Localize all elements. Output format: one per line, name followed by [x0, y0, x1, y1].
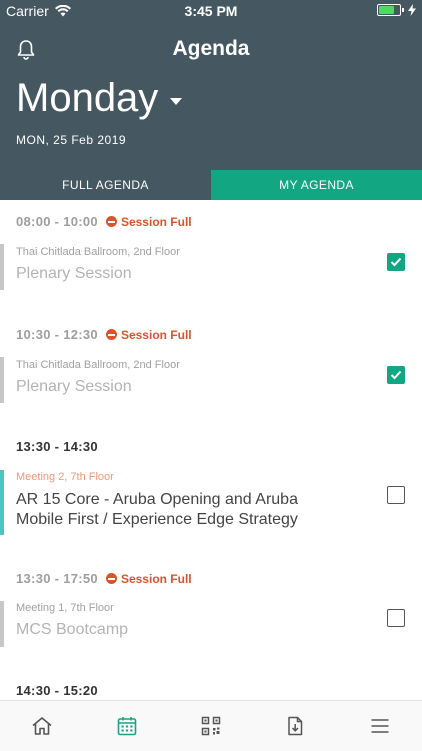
session-location: Meeting 2, 7th Floor: [16, 471, 114, 483]
tab-my-agenda[interactable]: MY AGENDA: [211, 170, 422, 200]
no-entry-icon: [105, 329, 117, 340]
nav-documents[interactable]: [253, 701, 337, 751]
battery-icon: [377, 4, 401, 16]
no-entry-icon: [105, 573, 117, 584]
session-checkbox[interactable]: [387, 486, 405, 504]
charging-icon: [408, 4, 416, 16]
time-range: 13:30 - 17:50: [16, 571, 98, 586]
day-selector[interactable]: Monday: [16, 76, 183, 121]
app-header: Carrier 3:45 PM Agenda Monday MON, 25 Fe…: [0, 0, 422, 200]
agenda-list[interactable]: 08:00 - 10:00 Session Full Thai Chitlada…: [0, 200, 422, 700]
session-bar: [0, 601, 4, 647]
agenda-tabs: FULL AGENDA MY AGENDA: [0, 170, 422, 200]
nav-home[interactable]: [0, 701, 84, 751]
qr-code-icon: [201, 716, 221, 736]
session-name: MCS Bootcamp: [16, 621, 129, 638]
status-label: Session Full: [120, 571, 192, 586]
session-card[interactable]: Thai Chitlada Ballroom, 2nd Floor Plenar…: [0, 357, 422, 403]
status-badge: Session Full: [105, 214, 192, 229]
session-name: Plenary Session: [16, 265, 132, 282]
session-card[interactable]: Meeting 1, 7th Floor MCS Bootcamp: [0, 601, 422, 647]
session-bar: [0, 244, 4, 290]
session-card[interactable]: Meeting 2, 7th Floor AR 15 Core - Aruba …: [0, 470, 422, 535]
menu-icon: [371, 719, 389, 733]
nav-qr-scan[interactable]: [169, 701, 253, 751]
time-range: 14:30 - 15:20: [16, 683, 98, 698]
status-bar: Carrier 3:45 PM: [0, 0, 422, 22]
checkmark-icon: [390, 257, 402, 267]
tab-full-agenda[interactable]: FULL AGENDA: [0, 170, 211, 200]
session-checkbox[interactable]: [387, 609, 405, 627]
page-title: Agenda: [172, 37, 250, 60]
status-badge: Session Full: [105, 571, 192, 586]
session-checkbox[interactable]: [387, 366, 405, 384]
clock: 3:45 PM: [184, 3, 238, 19]
status-label: Session Full: [120, 214, 192, 229]
nav-menu[interactable]: [338, 701, 422, 751]
session-location: Meeting 1, 7th Floor: [16, 602, 114, 614]
session-location: Thai Chitlada Ballroom, 2nd Floor: [16, 359, 180, 371]
session-card[interactable]: Thai Chitlada Ballroom, 2nd Floor Plenar…: [0, 244, 422, 290]
chevron-down-icon: [170, 98, 183, 105]
nav-agenda[interactable]: [84, 701, 168, 751]
session-name: Plenary Session: [16, 378, 132, 395]
session-bar: [0, 357, 4, 403]
session-name: AR 15 Core - Aruba Opening and Aruba Mob…: [16, 491, 298, 528]
status-label: Session Full: [120, 327, 192, 342]
session-bar: [0, 470, 4, 535]
home-icon: [32, 717, 52, 735]
calendar-icon: [117, 717, 136, 736]
bottom-nav: [0, 700, 422, 751]
session-checkbox[interactable]: [387, 253, 405, 271]
battery-tip: [402, 8, 404, 12]
download-document-icon: [288, 716, 303, 736]
time-range: 10:30 - 12:30: [16, 327, 98, 342]
status-badge: Session Full: [105, 327, 192, 342]
no-entry-icon: [105, 216, 117, 227]
session-location: Thai Chitlada Ballroom, 2nd Floor: [16, 246, 180, 258]
time-range: 08:00 - 10:00: [16, 214, 98, 229]
checkmark-icon: [390, 370, 402, 380]
date-label: MON, 25 Feb 2019: [16, 133, 127, 147]
time-range: 13:30 - 14:30: [16, 439, 98, 454]
day-label: Monday: [16, 76, 159, 120]
